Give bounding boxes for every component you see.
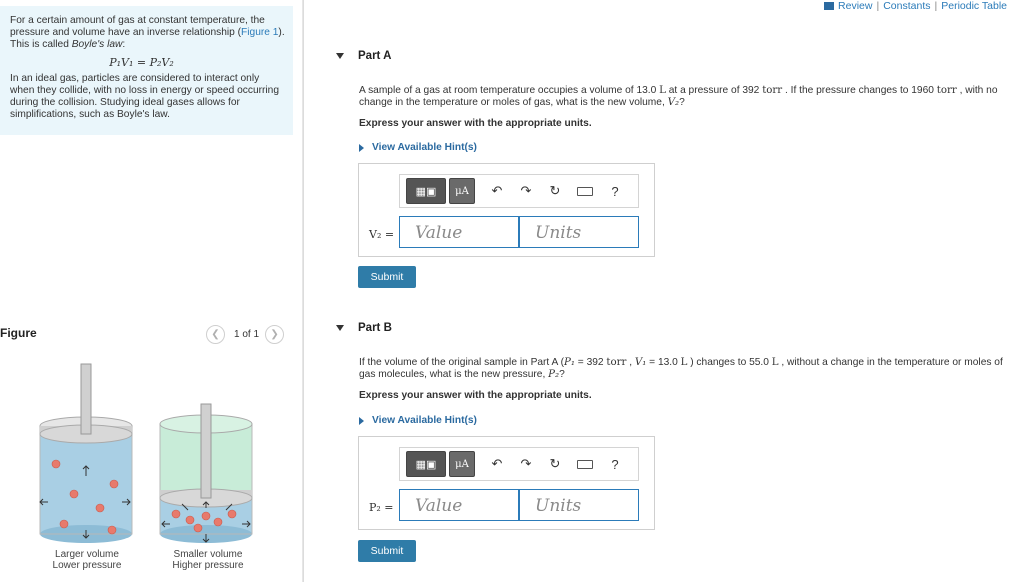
- law-name: Boyle's law: [71, 39, 123, 50]
- separator: |: [934, 0, 938, 12]
- intro-paragraph: In an ideal gas, particles are considere…: [10, 73, 279, 120]
- part-b-hint[interactable]: View Available Hint(s): [359, 415, 477, 426]
- right-figure-caption: Smaller volume Higher pressure: [160, 549, 256, 571]
- expand-triangle-icon: [359, 416, 364, 425]
- intro-text-1: For a certain amount of gas at constant …: [10, 15, 265, 38]
- mu-a-units-icon[interactable]: μA: [449, 178, 475, 204]
- part-a-header[interactable]: Part A: [336, 50, 391, 62]
- chevron-left-icon[interactable]: ❮: [206, 325, 225, 344]
- help-icon[interactable]: ?: [608, 184, 622, 199]
- review-link[interactable]: Review: [838, 0, 872, 12]
- collapse-triangle-icon[interactable]: [336, 325, 344, 331]
- left-figure-caption: Larger volume Lower pressure: [40, 549, 134, 571]
- part-a-hint-label: View Available Hint(s): [372, 142, 477, 153]
- collapse-triangle-icon[interactable]: [336, 53, 344, 59]
- boyles-law-figure: [39, 363, 253, 543]
- expand-triangle-icon: [359, 143, 364, 152]
- part-b-question: If the volume of the original sample in …: [359, 357, 1003, 380]
- reset-icon[interactable]: ↻: [548, 456, 562, 472]
- part-a-submit-button[interactable]: Submit: [358, 266, 416, 288]
- templates-icon[interactable]: ▦▣: [406, 451, 446, 477]
- redo-icon[interactable]: ↷: [519, 456, 533, 472]
- part-b-submit-button[interactable]: Submit: [358, 540, 416, 562]
- periodic-table-link[interactable]: Periodic Table: [941, 0, 1007, 12]
- part-b-answer-box: ▦▣ μA ↶ ↷ ↻ ? P₂ = Value Units: [358, 436, 655, 530]
- left-cylinder: [39, 363, 133, 543]
- right-caption-line-1: Smaller volume: [173, 549, 243, 560]
- separator: |: [876, 0, 880, 12]
- keyboard-icon[interactable]: [577, 186, 593, 196]
- book-icon: [824, 2, 835, 10]
- units-input[interactable]: Units: [519, 489, 639, 521]
- right-cylinder: [159, 403, 253, 543]
- part-a-express: Express your answer with the appropriate…: [359, 118, 592, 129]
- keyboard-icon[interactable]: [577, 459, 593, 469]
- left-caption-line-1: Larger volume: [55, 549, 119, 560]
- figure-page-count: 1 of 1: [234, 329, 260, 340]
- part-a-question: A sample of a gas at room temperature oc…: [359, 85, 998, 108]
- p2-label: P₂ =: [369, 501, 394, 514]
- intro-text: For a certain amount of gas at constant …: [10, 15, 285, 51]
- part-b-title: Part B: [358, 322, 392, 334]
- undo-icon[interactable]: ↶: [490, 456, 504, 472]
- value-input[interactable]: Value: [399, 489, 519, 521]
- part-a-title: Part A: [358, 50, 392, 62]
- help-icon[interactable]: ?: [608, 457, 622, 472]
- part-b-hint-label: View Available Hint(s): [372, 415, 477, 426]
- templates-icon[interactable]: ▦▣: [406, 178, 446, 204]
- constants-link[interactable]: Constants: [883, 0, 930, 12]
- part-a-hint[interactable]: View Available Hint(s): [359, 142, 477, 153]
- right-caption-line-2: Higher pressure: [172, 560, 244, 571]
- chevron-right-icon[interactable]: ❯: [265, 325, 285, 344]
- part-b-express: Express your answer with the appropriate…: [359, 390, 592, 401]
- figure-link[interactable]: Figure 1: [241, 27, 278, 38]
- figure-title: Figure: [0, 326, 37, 340]
- part-b-header[interactable]: Part B: [336, 322, 392, 334]
- mu-a-units-icon[interactable]: μA: [449, 451, 475, 477]
- part-b-toolbar: ▦▣ μA ↶ ↷ ↻ ?: [399, 447, 639, 481]
- part-a-answer-box: ▦▣ μA ↶ ↷ ↻ ? V₂ = Value Units: [358, 163, 655, 257]
- intro-box: For a certain amount of gas at constant …: [0, 6, 293, 135]
- redo-icon[interactable]: ↷: [519, 183, 533, 199]
- part-a-toolbar: ▦▣ μA ↶ ↷ ↻ ?: [399, 174, 639, 208]
- v2-label: V₂ =: [369, 228, 395, 241]
- left-caption-line-2: Lower pressure: [52, 560, 122, 571]
- reset-icon[interactable]: ↻: [548, 183, 562, 199]
- units-input[interactable]: Units: [519, 216, 639, 248]
- intro-text-3: :: [122, 39, 126, 50]
- boyle-equation: P₁V₁ = P₂V₂: [109, 56, 174, 69]
- panel-divider: [303, 0, 304, 582]
- figure-pager: ❮ 1 of 1 ❯: [206, 325, 285, 344]
- undo-icon[interactable]: ↶: [490, 183, 504, 199]
- value-input[interactable]: Value: [399, 216, 519, 248]
- left-panel: For a certain amount of gas at constant …: [0, 0, 303, 582]
- top-links: Review | Constants | Periodic Table: [824, 0, 1007, 12]
